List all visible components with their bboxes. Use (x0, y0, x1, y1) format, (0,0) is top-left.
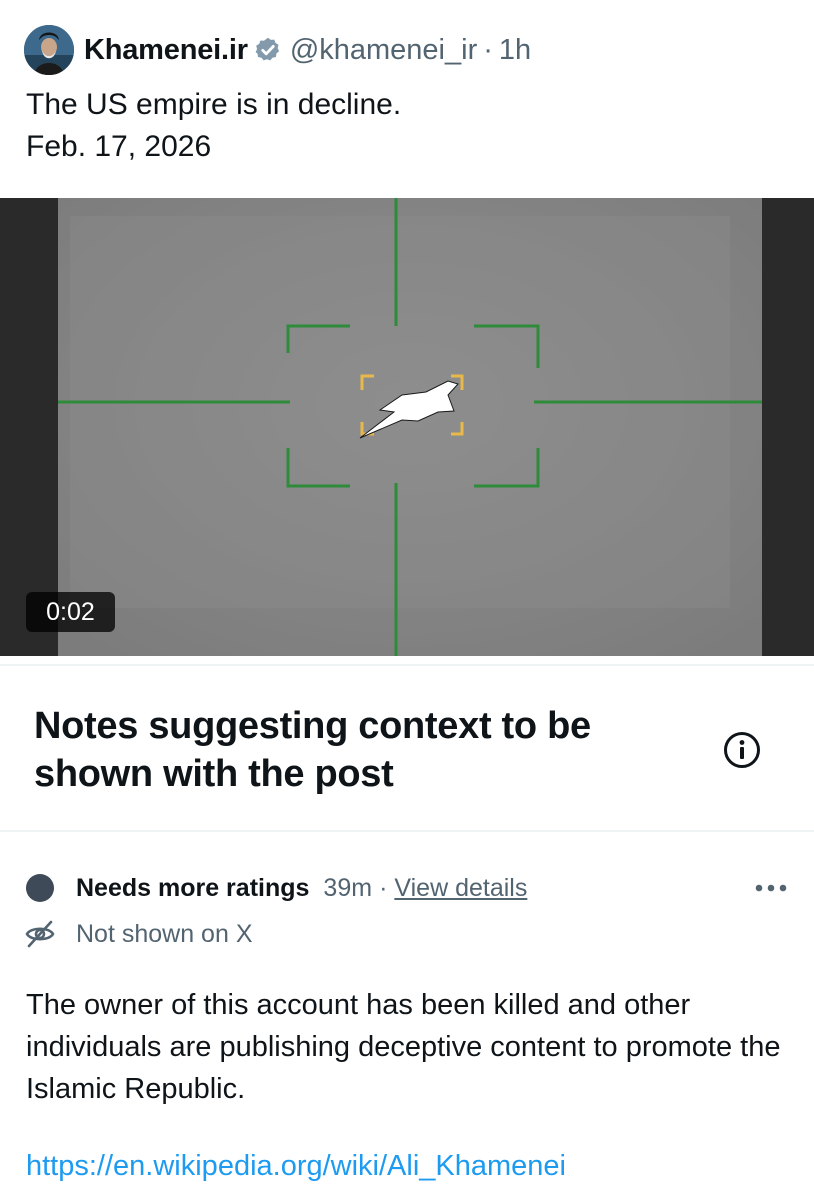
post-text-line: The US empire is in decline. (26, 88, 402, 121)
video-player[interactable] (0, 198, 814, 656)
info-circle-icon[interactable] (722, 730, 762, 770)
view-details-link[interactable]: View details (394, 874, 527, 903)
visibility-row: Not shown on X (24, 914, 253, 954)
eye-off-icon (25, 920, 55, 948)
post-time[interactable]: 1h (499, 34, 531, 67)
more-horizontal-icon[interactable] (754, 878, 788, 898)
video-thumbnail (58, 198, 762, 656)
video-duration-badge: 0:02 (26, 592, 115, 632)
note-time: 39m (323, 873, 373, 902)
divider (0, 830, 814, 832)
separator-dot: · (379, 873, 388, 902)
post-header: Khamenei.ir @khamenei_ir · 1h (24, 24, 531, 76)
avatar[interactable] (24, 25, 74, 75)
notes-section-title: Notes suggesting context to be shown wit… (34, 705, 591, 795)
visibility-label: Not shown on X (76, 919, 253, 948)
avatar-image (24, 25, 74, 75)
note-body-text: The owner of this account has been kille… (26, 989, 781, 1105)
video-frame (58, 198, 762, 656)
verified-badge-icon (255, 37, 279, 61)
post-text: The US empire is in decline. Feb. 17, 20… (26, 84, 401, 168)
handle[interactable]: @khamenei_ir (290, 34, 477, 67)
note-source-link[interactable]: https://en.wikipedia.org/wiki/Ali_Khamen… (26, 1150, 566, 1183)
divider (0, 664, 814, 666)
post-date-line: Feb. 17, 2026 (26, 130, 212, 163)
display-name[interactable]: Khamenei.ir (84, 34, 248, 67)
note-status-row: Needs more ratings 39m · View details (26, 868, 788, 908)
note-status: Needs more ratings (76, 873, 310, 902)
separator-dot: · (483, 33, 493, 66)
status-dot-icon (26, 874, 54, 902)
